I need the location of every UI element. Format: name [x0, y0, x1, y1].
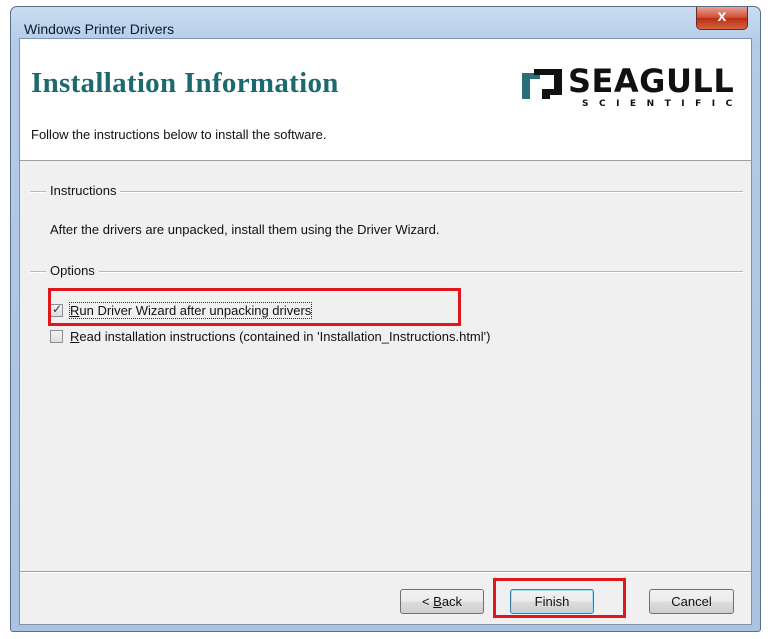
run-wizard-label-text: un Driver Wizard after unpacking drivers	[79, 303, 312, 318]
finish-button[interactable]: Finish	[510, 589, 594, 614]
cancel-button[interactable]: Cancel	[649, 589, 734, 614]
close-icon: x	[717, 8, 727, 25]
page-title: Installation Information	[31, 67, 339, 99]
read-instructions-checkbox[interactable]	[50, 330, 63, 343]
close-button[interactable]: x	[696, 7, 748, 30]
logo-subtext: SCIENTIFIC	[582, 99, 743, 109]
seagull-logo-icon	[522, 69, 562, 99]
back-mnemonic: B	[433, 594, 442, 609]
run-wizard-option[interactable]: Run Driver Wizard after unpacking driver…	[50, 302, 410, 321]
instructions-group-title: Instructions	[46, 183, 121, 198]
instructions-text: After the drivers are unpacked, install …	[50, 222, 440, 237]
dialog-client-area: Installation Information Follow the inst…	[19, 38, 752, 625]
button-separator	[20, 571, 751, 573]
instructions-group-line	[30, 191, 743, 193]
run-wizard-label[interactable]: Run Driver Wizard after unpacking driver…	[68, 302, 313, 319]
back-prefix: <	[421, 594, 434, 609]
back-label: ack	[441, 594, 463, 609]
seagull-logo: SEAGULL SCIENTIFIC	[520, 62, 748, 111]
back-button[interactable]: < Back	[400, 589, 484, 614]
logo-wordmark: SEAGULL	[568, 62, 735, 100]
read-instructions-label[interactable]: Read installation instructions (containe…	[70, 329, 490, 344]
read-instructions-option[interactable]: Read installation instructions (containe…	[50, 329, 650, 347]
read-instructions-label-text: ead installation instructions (contained…	[79, 329, 491, 344]
window-title: Windows Printer Drivers	[24, 21, 175, 37]
read-instructions-mnemonic: R	[70, 329, 80, 344]
header-banner: Installation Information Follow the inst…	[20, 39, 751, 161]
options-group-title: Options	[46, 263, 99, 278]
run-wizard-checkbox[interactable]	[50, 302, 63, 317]
installer-window: Windows Printer Drivers x Installation I…	[10, 6, 761, 632]
page-subtitle: Follow the instructions below to install…	[31, 127, 327, 142]
options-group-line	[30, 271, 743, 273]
run-wizard-mnemonic: R	[70, 303, 80, 318]
